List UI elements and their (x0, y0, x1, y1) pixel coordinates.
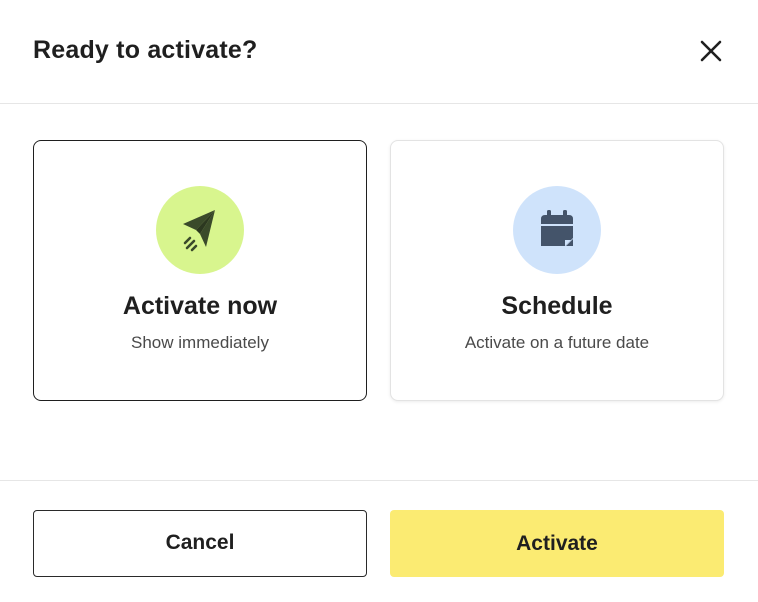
paper-plane-icon (183, 210, 215, 252)
close-icon (700, 40, 722, 62)
close-button[interactable] (694, 34, 728, 68)
option-title: Activate now (122, 292, 278, 320)
option-subtitle: Show immediately (131, 333, 269, 352)
option-schedule[interactable]: Schedule Activate on a future date (390, 140, 724, 401)
option-title: Schedule (501, 292, 613, 320)
activate-dialog: Ready to activate? Activate now Show imm… (0, 0, 758, 602)
dialog-header: Ready to activate? (0, 0, 758, 104)
calendar-icon (541, 210, 573, 246)
activate-button[interactable]: Activate (390, 510, 724, 577)
option-activate-now[interactable]: Activate now Show immediately (33, 140, 367, 401)
activate-now-icon-circle (156, 186, 244, 274)
option-subtitle: Activate on a future date (464, 333, 650, 352)
dialog-title: Ready to activate? (33, 36, 258, 64)
footer-divider (0, 480, 758, 481)
cancel-button[interactable]: Cancel (33, 510, 367, 577)
schedule-icon-circle (513, 186, 601, 274)
